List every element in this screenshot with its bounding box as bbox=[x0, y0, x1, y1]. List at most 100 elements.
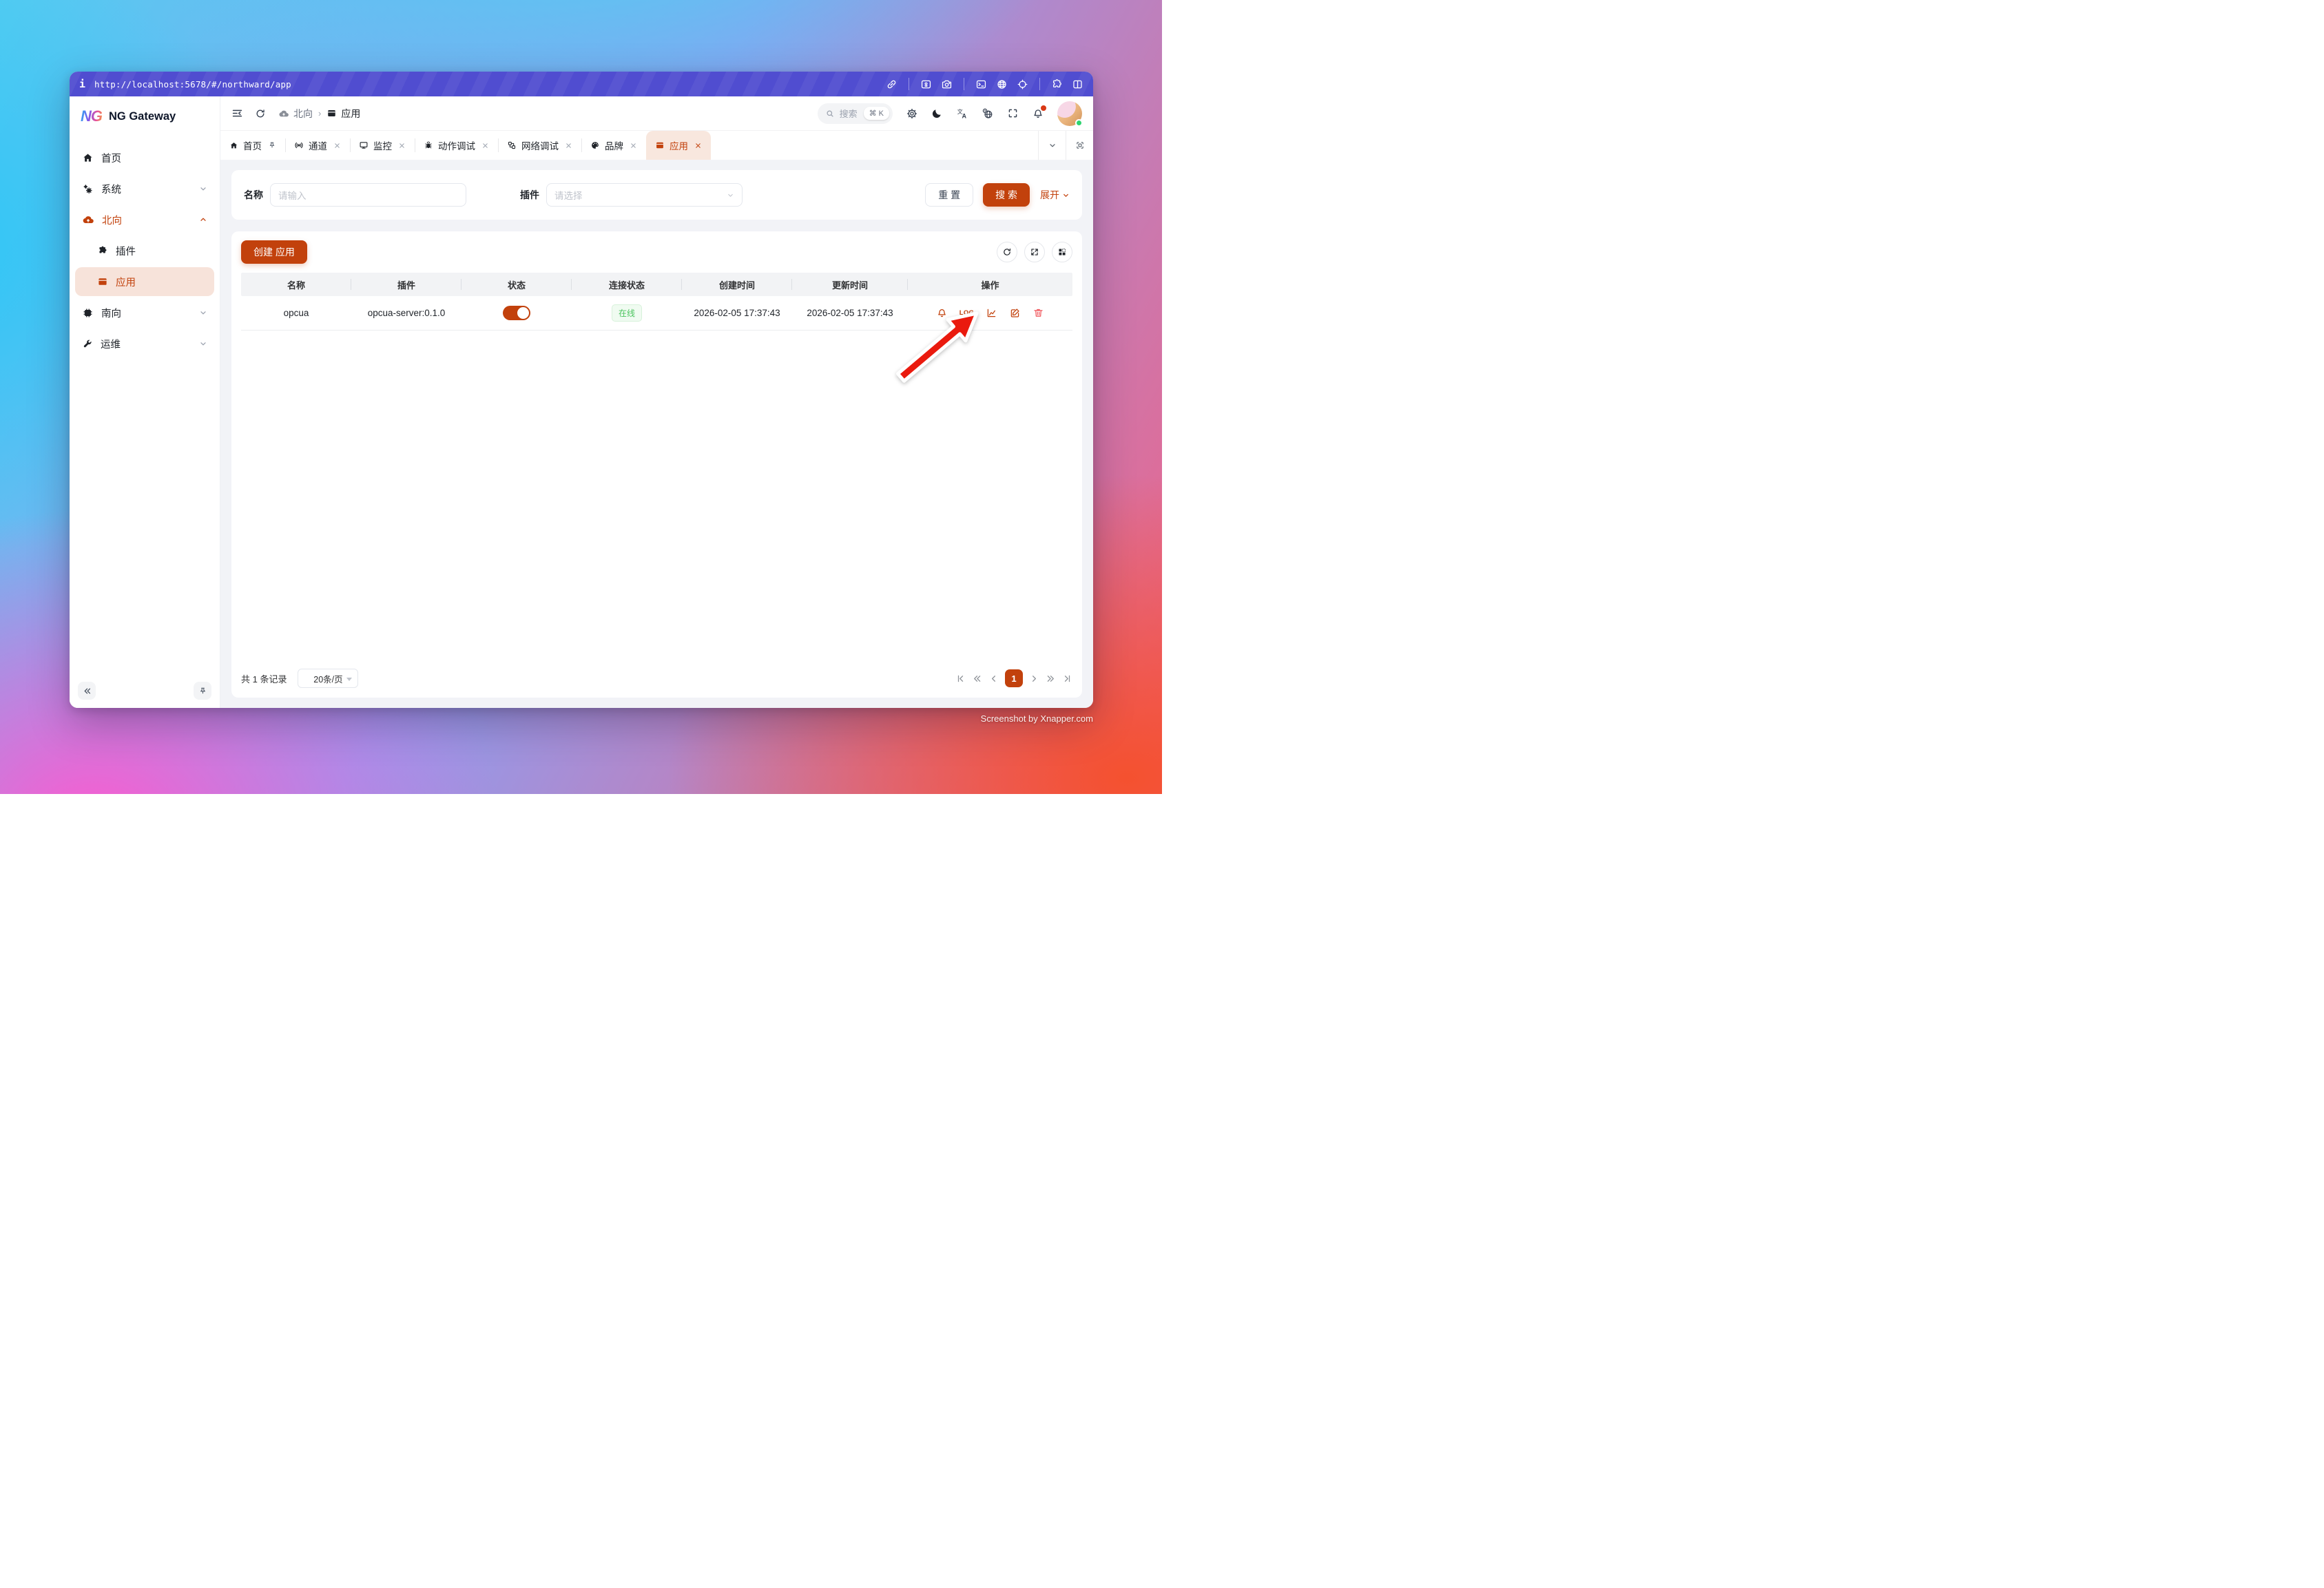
app-window-icon bbox=[655, 140, 665, 150]
table-columns-button[interactable] bbox=[1052, 242, 1072, 262]
image-icon[interactable] bbox=[920, 79, 932, 90]
sidebar-item-northward[interactable]: 北向 bbox=[75, 205, 214, 234]
menu-fold-icon[interactable] bbox=[231, 107, 243, 119]
tab-home[interactable]: 首页 bbox=[220, 131, 285, 160]
table-row: opcua opcua-server:0.1.0 在线 2026-02-05 1… bbox=[241, 296, 1072, 331]
translate-icon[interactable]: 文A bbox=[956, 107, 968, 120]
filter-card: 名称 请输入 插件 请选择 重 置 搜 索 展开 bbox=[231, 170, 1082, 220]
expand-filters-link[interactable]: 展开 bbox=[1040, 188, 1070, 202]
first-page-button[interactable] bbox=[955, 673, 966, 684]
table-expand-button[interactable] bbox=[1024, 242, 1045, 262]
sidebar-item-plugins[interactable]: 插件 bbox=[75, 236, 214, 265]
next-5-pages-button[interactable] bbox=[1046, 673, 1056, 684]
timezone-globe-icon[interactable] bbox=[982, 107, 994, 120]
chevron-down-icon bbox=[199, 309, 207, 317]
close-icon[interactable] bbox=[694, 142, 702, 149]
tab-network-debug[interactable]: 网络调试 bbox=[498, 131, 581, 160]
log-button[interactable]: LOG bbox=[959, 309, 974, 317]
wrench-icon bbox=[82, 338, 93, 349]
search-icon bbox=[825, 109, 835, 118]
notifications-bell-icon[interactable] bbox=[1032, 105, 1046, 120]
page-content: 名称 请输入 插件 请选择 重 置 搜 索 展开 创建 应用 名称 插件 状态 … bbox=[220, 160, 1093, 708]
prev-page-button[interactable] bbox=[988, 673, 999, 684]
bug-icon bbox=[424, 140, 433, 150]
tabs-dropdown-button[interactable] bbox=[1038, 131, 1066, 160]
sidebar-item-system[interactable]: 系统 bbox=[75, 174, 214, 203]
close-icon[interactable] bbox=[630, 142, 637, 149]
cell-created: 2026-02-05 17:37:43 bbox=[694, 308, 780, 318]
logo: NG bbox=[81, 107, 103, 125]
split-view-icon[interactable] bbox=[1072, 79, 1083, 90]
collapse-sidebar-button[interactable] bbox=[78, 682, 96, 700]
search-button[interactable]: 搜 索 bbox=[983, 183, 1030, 207]
table-card: 创建 应用 名称 插件 状态 连接状态 创建时间 更新时间 操作 opcua o… bbox=[231, 231, 1082, 698]
tab-channels[interactable]: 通道 bbox=[285, 131, 350, 160]
close-icon[interactable] bbox=[481, 142, 489, 149]
refresh-icon[interactable] bbox=[255, 108, 266, 119]
table-refresh-button[interactable] bbox=[997, 242, 1017, 262]
terminal-icon[interactable] bbox=[975, 79, 987, 90]
col-connection: 连接状态 bbox=[572, 273, 682, 296]
search-shortcut: ⌘ K bbox=[863, 107, 889, 120]
create-app-button[interactable]: 创建 应用 bbox=[241, 240, 307, 264]
pin-icon[interactable] bbox=[268, 141, 276, 149]
cell-name: opcua bbox=[283, 308, 309, 318]
close-icon[interactable] bbox=[565, 142, 572, 149]
total-records: 共 1 条记录 bbox=[241, 673, 287, 685]
link-icon[interactable] bbox=[886, 79, 898, 90]
settings-gear-icon[interactable] bbox=[906, 107, 918, 120]
chevron-down-icon bbox=[1062, 191, 1070, 199]
col-created: 创建时间 bbox=[682, 273, 792, 296]
reset-button[interactable]: 重 置 bbox=[925, 183, 974, 207]
tab-brand[interactable]: 品牌 bbox=[581, 131, 646, 160]
close-icon[interactable] bbox=[398, 142, 406, 149]
globe-icon[interactable] bbox=[996, 79, 1008, 90]
tab-apps[interactable]: 应用 bbox=[646, 131, 711, 160]
edit-icon[interactable] bbox=[1009, 307, 1021, 319]
page-size-select[interactable]: 20条/页 bbox=[298, 669, 359, 688]
home-icon bbox=[229, 141, 238, 150]
palette-icon bbox=[590, 140, 600, 150]
next-page-button[interactable] bbox=[1029, 673, 1039, 684]
global-search[interactable]: 搜索 ⌘ K bbox=[817, 103, 893, 124]
puzzle-icon bbox=[97, 245, 108, 256]
sidebar-item-apps[interactable]: 应用 bbox=[75, 267, 214, 296]
name-filter-input[interactable]: 请输入 bbox=[270, 183, 466, 207]
pager: 1 bbox=[955, 669, 1072, 687]
prev-5-pages-button[interactable] bbox=[972, 673, 982, 684]
col-name: 名称 bbox=[241, 273, 351, 296]
pin-sidebar-button[interactable] bbox=[194, 682, 211, 700]
last-page-button[interactable] bbox=[1062, 673, 1072, 684]
monitor-icon bbox=[359, 140, 369, 150]
maximize-content-button[interactable] bbox=[1066, 131, 1093, 160]
crosshair-icon[interactable] bbox=[1017, 79, 1028, 90]
breadcrumb-northward[interactable]: 北向 bbox=[278, 107, 313, 121]
sidebar-item-home[interactable]: 首页 bbox=[75, 143, 214, 172]
fullscreen-icon[interactable] bbox=[1007, 107, 1019, 119]
plugin-filter-select[interactable]: 请选择 bbox=[546, 183, 743, 207]
current-page[interactable]: 1 bbox=[1005, 669, 1023, 687]
delete-trash-icon[interactable] bbox=[1033, 307, 1044, 319]
avatar[interactable] bbox=[1057, 101, 1083, 127]
tab-action-debug[interactable]: 动作调试 bbox=[415, 131, 498, 160]
tab-monitor[interactable]: 监控 bbox=[350, 131, 415, 160]
breadcrumb-apps[interactable]: 应用 bbox=[326, 107, 360, 121]
alert-bell-icon[interactable] bbox=[936, 307, 948, 319]
table-header: 名称 插件 状态 连接状态 创建时间 更新时间 操作 bbox=[241, 273, 1072, 296]
close-icon[interactable] bbox=[333, 142, 341, 149]
camera-icon[interactable] bbox=[941, 79, 953, 90]
dark-mode-moon-icon[interactable] bbox=[931, 107, 943, 119]
sidebar-menu: 首页 系统 北向 插件 应用 南向 运维 bbox=[70, 134, 220, 360]
caret-down-icon bbox=[346, 678, 353, 681]
cell-plugin: opcua-server:0.1.0 bbox=[367, 308, 446, 318]
extensions-icon[interactable] bbox=[1051, 79, 1063, 90]
metrics-chart-icon[interactable] bbox=[986, 307, 997, 319]
col-plugin: 插件 bbox=[351, 273, 461, 296]
row-actions: LOG bbox=[936, 307, 1044, 319]
sidebar-item-southward[interactable]: 南向 bbox=[75, 298, 214, 327]
plugin-filter-label: 插件 bbox=[520, 189, 539, 200]
breadcrumb: 北向 › 应用 bbox=[278, 107, 360, 121]
app-title: NG Gateway bbox=[109, 109, 176, 123]
status-toggle[interactable] bbox=[503, 306, 530, 320]
sidebar-item-ops[interactable]: 运维 bbox=[75, 329, 214, 358]
